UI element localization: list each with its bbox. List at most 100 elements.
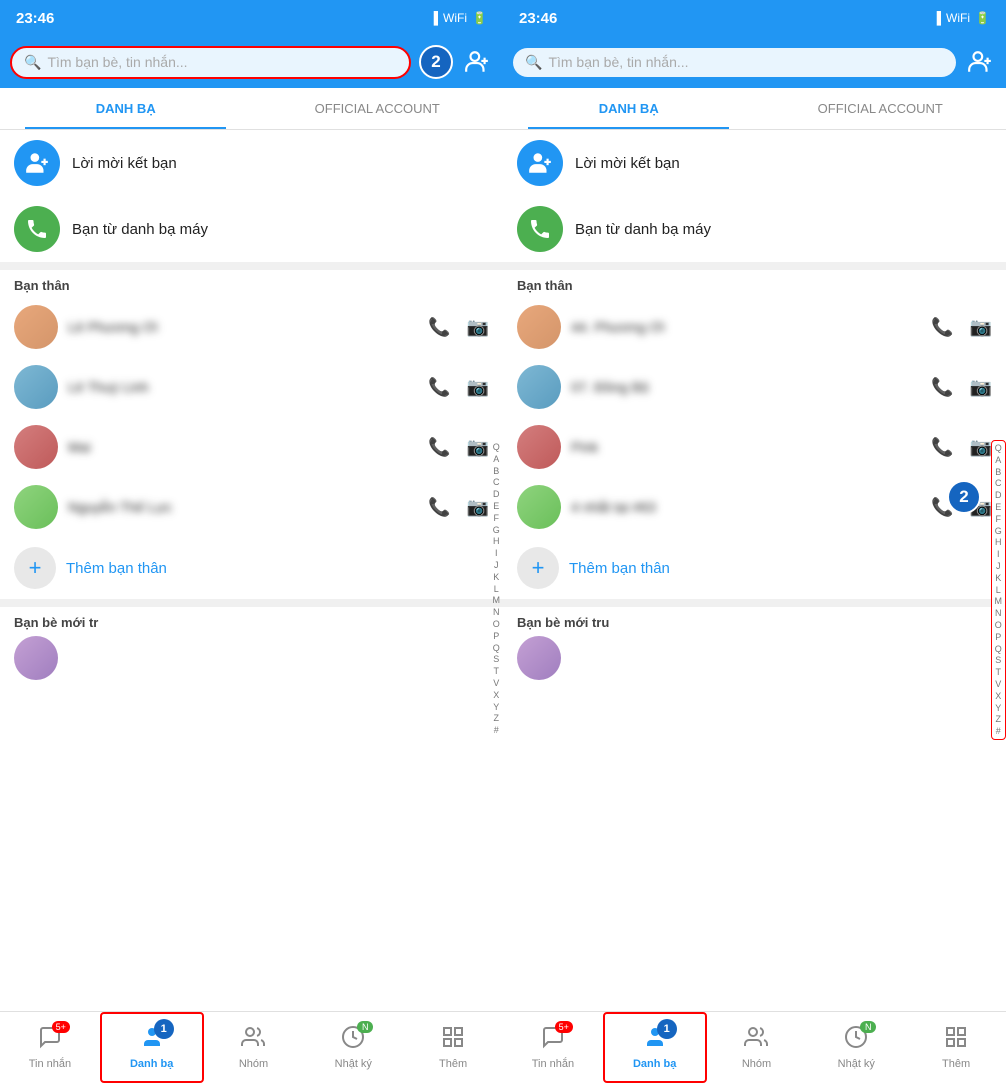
right-contact-name-4: 4 nhắt tại #63 bbox=[571, 499, 921, 515]
left-nav-diary-badge: N bbox=[357, 1021, 373, 1033]
left-add-best-friend-btn[interactable]: + Thêm bạn thân bbox=[0, 537, 503, 599]
right-contact-1[interactable]: 44. Phương Ơi 📞 📷 bbox=[503, 297, 1006, 357]
right-contact-3[interactable]: Pink 📞 📷 bbox=[503, 417, 1006, 477]
right-nav-messages[interactable]: 5+ Tin nhắn bbox=[503, 1012, 603, 1083]
left-contact-2[interactable]: Lê Thuỳ Linh 📞 📷 bbox=[0, 357, 503, 417]
right-nav-groups-icon bbox=[744, 1025, 768, 1055]
left-search-wrapper[interactable]: 🔍 Tìm bạn bè, tin nhắn... bbox=[10, 46, 411, 79]
right-status-icons: ▐ WiFi 🔋 bbox=[933, 11, 990, 25]
left-nav-more[interactable]: Thêm bbox=[403, 1012, 503, 1083]
left-contact-name-3: Mai bbox=[68, 439, 418, 455]
right-actions-2: 📞 📷 bbox=[931, 377, 992, 398]
right-friend-invite[interactable]: Lời mời kết bạn bbox=[503, 130, 1006, 196]
left-phone-panel: 23:46 ▐ WiFi 🔋 🔍 Tìm bạn bè, tin nhắn...… bbox=[0, 0, 503, 1083]
left-contact-name-4: Nguyễn Thế Lực bbox=[68, 499, 418, 515]
right-nav-more-icon bbox=[944, 1025, 968, 1055]
right-actions-1: 📞 📷 bbox=[931, 317, 992, 338]
left-nav-more-label: Thêm bbox=[439, 1058, 467, 1070]
right-new-friends: Bạn bè mới tru bbox=[503, 607, 1006, 684]
left-nav-diary[interactable]: N Nhật ký bbox=[303, 1012, 403, 1083]
left-tab-danh-ba[interactable]: DANH BẠ bbox=[0, 88, 252, 129]
left-bottom-nav: 5+ Tin nhắn 1 Danh bạ bbox=[0, 1011, 503, 1083]
left-add-friend-btn[interactable] bbox=[461, 46, 493, 78]
right-divider-1 bbox=[503, 262, 1006, 270]
left-avatar-4 bbox=[14, 485, 58, 529]
left-tabs: DANH BẠ OFFICIAL ACCOUNT bbox=[0, 88, 503, 130]
left-new-avatar bbox=[14, 636, 58, 680]
right-add-label: Thêm bạn thân bbox=[569, 560, 670, 577]
right-nav-contacts[interactable]: 1 Danh bạ bbox=[603, 1012, 707, 1083]
left-nav-groups-icon bbox=[241, 1025, 265, 1055]
right-new-friend-1[interactable] bbox=[517, 636, 992, 680]
right-add-best-friend-btn[interactable]: + Thêm bạn thân bbox=[503, 537, 1006, 599]
right-nav-contacts-icon: 1 bbox=[643, 1025, 667, 1055]
left-nav-contacts-label: Danh bạ bbox=[130, 1058, 173, 1070]
left-friend-invite[interactable]: Lời mời kết bạn bbox=[0, 130, 503, 196]
right-friend-invite-icon bbox=[517, 140, 563, 186]
right-video-icon-3[interactable]: 📷 bbox=[970, 437, 992, 458]
left-section-best-friends: Bạn thân bbox=[0, 270, 503, 297]
right-contact-name-2: 07. Đồng Bộ bbox=[571, 379, 921, 395]
left-nav-groups[interactable]: Nhóm bbox=[204, 1012, 304, 1083]
left-video-icon-2[interactable]: 📷 bbox=[467, 377, 489, 398]
right-tabs: DANH BẠ OFFICIAL ACCOUNT bbox=[503, 88, 1006, 130]
left-new-friend-1[interactable] bbox=[14, 636, 489, 680]
right-call-icon-3[interactable]: 📞 bbox=[931, 437, 953, 458]
left-video-icon-4[interactable]: 📷 bbox=[467, 497, 489, 518]
left-nav-messages-icon: 5+ bbox=[38, 1025, 62, 1055]
left-nav-contacts-badge: 1 bbox=[154, 1019, 174, 1039]
left-divider-2 bbox=[0, 599, 503, 607]
right-nav-groups[interactable]: Nhóm bbox=[707, 1012, 807, 1083]
signal-icon: ▐ bbox=[430, 11, 439, 25]
right-phone-contacts[interactable]: Bạn từ danh bạ máy bbox=[503, 196, 1006, 262]
left-nav-messages-label: Tin nhắn bbox=[29, 1058, 71, 1070]
left-call-icon-1[interactable]: 📞 bbox=[428, 317, 450, 338]
left-badge-number: 2 bbox=[431, 52, 440, 72]
right-contact-2[interactable]: 07. Đồng Bộ 📞 📷 bbox=[503, 357, 1006, 417]
right-nav-messages-badge: 5+ bbox=[555, 1021, 573, 1033]
left-avatar-2 bbox=[14, 365, 58, 409]
right-video-icon-1[interactable]: 📷 bbox=[970, 317, 992, 338]
left-call-icon-2[interactable]: 📞 bbox=[428, 377, 450, 398]
right-add-circle: + bbox=[517, 547, 559, 589]
right-nav-more[interactable]: Thêm bbox=[906, 1012, 1006, 1083]
left-friend-invite-icon bbox=[14, 140, 60, 186]
left-phone-contacts[interactable]: Bạn từ danh bạ máy bbox=[0, 196, 503, 262]
right-nav-diary-badge: N bbox=[860, 1021, 876, 1033]
left-call-icon-3[interactable]: 📞 bbox=[428, 437, 450, 458]
right-video-icon-2[interactable]: 📷 bbox=[970, 377, 992, 398]
right-status-time: 23:46 bbox=[519, 10, 557, 27]
left-avatar-3 bbox=[14, 425, 58, 469]
left-avatar-1 bbox=[14, 305, 58, 349]
right-phone-icon bbox=[517, 206, 563, 252]
right-content: Lời mời kết bạn Bạn từ danh bạ máy Bạn t… bbox=[503, 130, 1006, 1083]
right-call-icon-1[interactable]: 📞 bbox=[931, 317, 953, 338]
right-contact-4[interactable]: 4 nhắt tại #63 📞 📷 bbox=[503, 477, 1006, 537]
right-nav-diary[interactable]: N Nhật ký bbox=[806, 1012, 906, 1083]
right-search-wrapper[interactable]: 🔍 Tìm bạn bè, tin nhắn... bbox=[513, 48, 956, 77]
right-add-friend-btn[interactable] bbox=[964, 46, 996, 78]
right-nav-messages-label: Tin nhắn bbox=[532, 1058, 574, 1070]
left-contact-1[interactable]: Lê Phương Ơi 📞 📷 bbox=[0, 297, 503, 357]
left-add-circle: + bbox=[14, 547, 56, 589]
right-call-icon-2[interactable]: 📞 bbox=[931, 377, 953, 398]
left-video-icon-3[interactable]: 📷 bbox=[467, 437, 489, 458]
left-nav-messages[interactable]: 5+ Tin nhắn bbox=[0, 1012, 100, 1083]
left-nav-more-icon bbox=[441, 1025, 465, 1055]
left-new-friends: Bạn bè mới tr bbox=[0, 607, 503, 684]
left-tab-official[interactable]: OFFICIAL ACCOUNT bbox=[252, 88, 504, 129]
left-nav-groups-label: Nhóm bbox=[239, 1058, 268, 1070]
left-content: Lời mời kết bạn Bạn từ danh bạ máy Bạn t… bbox=[0, 130, 503, 1083]
right-tab-official[interactable]: OFFICIAL ACCOUNT bbox=[755, 88, 1006, 129]
left-new-friends-title: Bạn bè mới tr bbox=[14, 615, 489, 630]
left-video-icon-1[interactable]: 📷 bbox=[467, 317, 489, 338]
right-search-icon: 🔍 bbox=[525, 54, 542, 71]
right-tab-danh-ba[interactable]: DANH BẠ bbox=[503, 88, 755, 129]
left-contact-4[interactable]: Nguyễn Thế Lực 📞 📷 bbox=[0, 477, 503, 537]
left-contact-3[interactable]: Mai 📞 📷 bbox=[0, 417, 503, 477]
left-nav-contacts[interactable]: 1 Danh bạ bbox=[100, 1012, 204, 1083]
left-phone-icon bbox=[14, 206, 60, 252]
left-actions-3: 📞 📷 bbox=[428, 437, 489, 458]
left-call-icon-4[interactable]: 📞 bbox=[428, 497, 450, 518]
right-nav-more-label: Thêm bbox=[942, 1058, 970, 1070]
